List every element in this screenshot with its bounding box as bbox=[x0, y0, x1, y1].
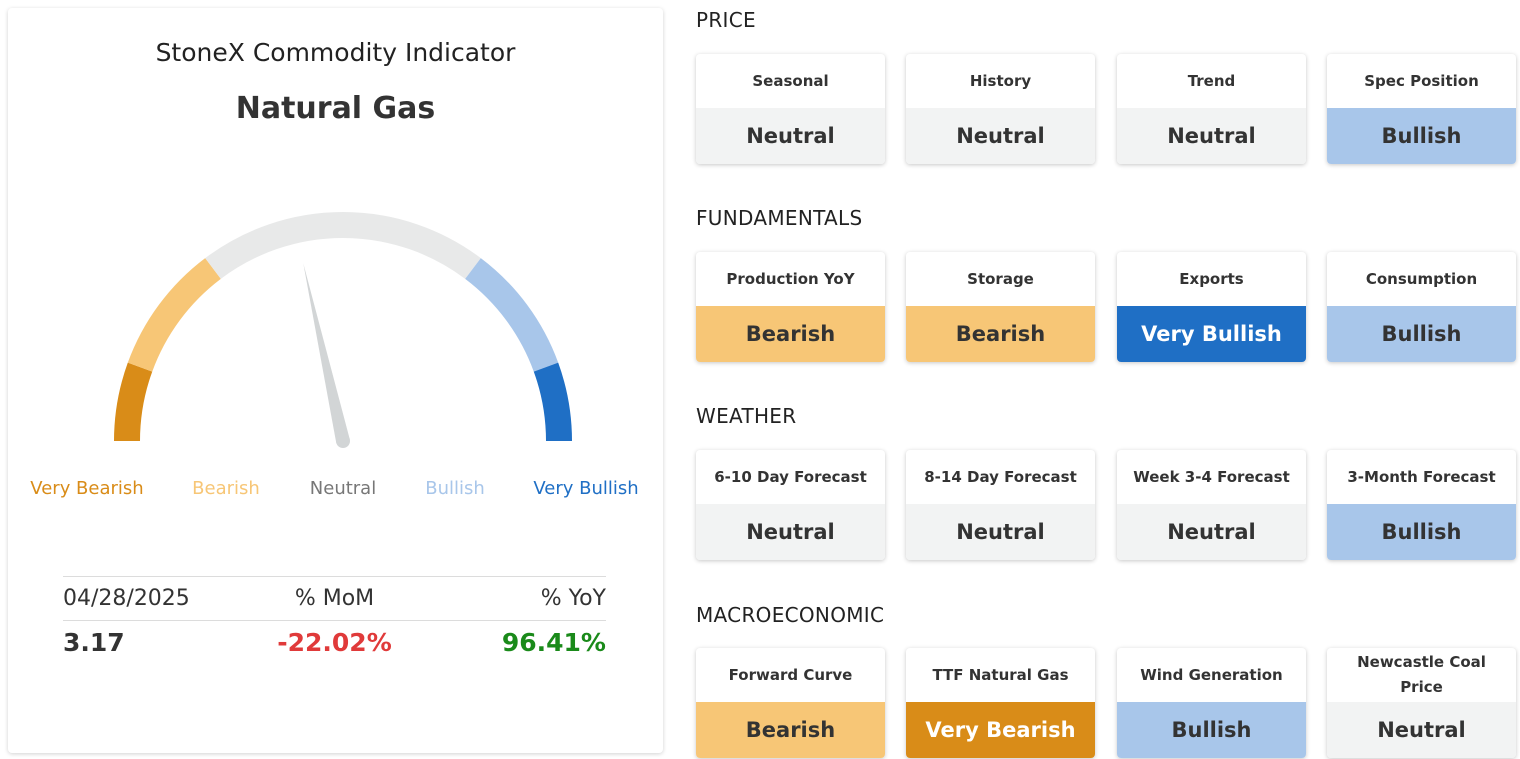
tile-value: Neutral bbox=[1117, 108, 1306, 164]
tile-week-3-4-forecast[interactable]: Week 3-4 Forecast Neutral bbox=[1117, 450, 1306, 560]
tile-3-month-forecast[interactable]: 3-Month Forecast Bullish bbox=[1327, 450, 1516, 560]
section-title-fundamentals: FUNDAMENTALS bbox=[696, 206, 863, 230]
gauge-label-bullish: Bullish bbox=[425, 478, 485, 499]
gauge-label-neutral: Neutral bbox=[309, 478, 377, 499]
tile-label: Consumption bbox=[1365, 269, 1478, 288]
section-title-price: PRICE bbox=[696, 8, 756, 32]
tile-value: Neutral bbox=[1117, 504, 1306, 560]
tile-8-14-day-forecast[interactable]: 8-14 Day Forecast Neutral bbox=[906, 450, 1095, 560]
gauge-needle-cap bbox=[336, 434, 350, 448]
sentiment-gauge bbox=[114, 212, 572, 448]
gauge-label-very-bullish: Very Bullish bbox=[533, 478, 639, 499]
section-title-weather: WEATHER bbox=[696, 404, 797, 428]
tile-consumption[interactable]: Consumption Bullish bbox=[1327, 252, 1516, 362]
tile-forward-curve[interactable]: Forward Curve Bearish bbox=[696, 648, 885, 758]
stats-mom-value: -22.02% bbox=[277, 628, 392, 657]
stats-value-row: 3.17 -22.02% 96.41% bbox=[63, 620, 606, 664]
stats-header-row: 04/28/2025 % MoM % YoY bbox=[63, 576, 606, 620]
tile-value: Neutral bbox=[696, 108, 885, 164]
tile-label: 8-14 Day Forecast bbox=[924, 467, 1077, 486]
gauge-segment-bearish bbox=[127, 258, 222, 372]
tile-label: Newcastle Coal Price bbox=[1357, 653, 1486, 696]
tile-value: Neutral bbox=[906, 504, 1095, 560]
tile-value: Very Bullish bbox=[1117, 306, 1306, 362]
tile-value: Bearish bbox=[696, 702, 885, 758]
gauge-segment-bullish bbox=[464, 258, 559, 372]
tile-value: Neutral bbox=[1327, 702, 1516, 758]
tile-label: Spec Position bbox=[1364, 71, 1479, 90]
stats-price: 3.17 bbox=[63, 628, 125, 657]
tile-label: 6-10 Day Forecast bbox=[714, 467, 867, 486]
tile-trend[interactable]: Trend Neutral bbox=[1117, 54, 1306, 164]
gauge-legend: Very Bearish Bearish Neutral Bullish Ver… bbox=[8, 478, 663, 508]
gauge-segment-very-bullish bbox=[533, 362, 572, 442]
tile-value: Bullish bbox=[1117, 702, 1306, 758]
tile-label: Production YoY bbox=[726, 269, 855, 288]
tile-wind-generation[interactable]: Wind Generation Bullish bbox=[1117, 648, 1306, 758]
tile-label: Wind Generation bbox=[1140, 665, 1283, 684]
gauge-label-bearish: Bearish bbox=[192, 478, 260, 499]
tile-value: Neutral bbox=[696, 504, 885, 560]
tile-label: Seasonal bbox=[752, 71, 829, 90]
stats-yoy-value: 96.41% bbox=[501, 628, 606, 657]
tile-value: Bullish bbox=[1327, 306, 1516, 362]
indicator-card: StoneX Commodity Indicator Natural Gas V… bbox=[8, 8, 663, 753]
tile-exports[interactable]: Exports Very Bullish bbox=[1117, 252, 1306, 362]
tile-value: Neutral bbox=[906, 108, 1095, 164]
tile-label: Exports bbox=[1179, 269, 1244, 288]
tile-6-10-day-forecast[interactable]: 6-10 Day Forecast Neutral bbox=[696, 450, 885, 560]
tile-value: Bullish bbox=[1327, 504, 1516, 560]
tile-history[interactable]: History Neutral bbox=[906, 54, 1095, 164]
tile-label: History bbox=[969, 71, 1032, 90]
tile-label: TTF Natural Gas bbox=[932, 665, 1069, 684]
gauge-segment-very-bearish bbox=[114, 362, 153, 442]
tile-value: Bullish bbox=[1327, 108, 1516, 164]
gauge-needle bbox=[303, 263, 350, 443]
gauge-segment-neutral bbox=[205, 212, 481, 279]
tile-label: 3-Month Forecast bbox=[1347, 467, 1496, 486]
tile-storage[interactable]: Storage Bearish bbox=[906, 252, 1095, 362]
price-stats: 04/28/2025 % MoM % YoY 3.17 -22.02% 96.4… bbox=[63, 576, 606, 664]
section-title-macroeconomic: MACROECONOMIC bbox=[696, 603, 885, 627]
tile-production-yoy[interactable]: Production YoY Bearish bbox=[696, 252, 885, 362]
tile-label: Storage bbox=[967, 269, 1034, 288]
tile-label: Week 3-4 Forecast bbox=[1133, 467, 1290, 486]
tile-label: Forward Curve bbox=[728, 665, 853, 684]
tile-value: Very Bearish bbox=[906, 702, 1095, 758]
tile-label: Trend bbox=[1187, 71, 1236, 90]
stats-yoy-label: % YoY bbox=[540, 586, 606, 611]
tile-value: Bearish bbox=[696, 306, 885, 362]
stats-date: 04/28/2025 bbox=[63, 586, 190, 611]
tile-value: Bearish bbox=[906, 306, 1095, 362]
tile-spec-position[interactable]: Spec Position Bullish bbox=[1327, 54, 1516, 164]
tile-ttf-natural-gas[interactable]: TTF Natural Gas Very Bearish bbox=[906, 648, 1095, 758]
tile-seasonal[interactable]: Seasonal Neutral bbox=[696, 54, 885, 164]
tile-newcastle-coal-price[interactable]: Newcastle Coal Price Neutral bbox=[1327, 648, 1516, 758]
stats-mom-label: % MoM bbox=[294, 586, 375, 611]
gauge-label-very-bearish: Very Bearish bbox=[30, 478, 144, 499]
